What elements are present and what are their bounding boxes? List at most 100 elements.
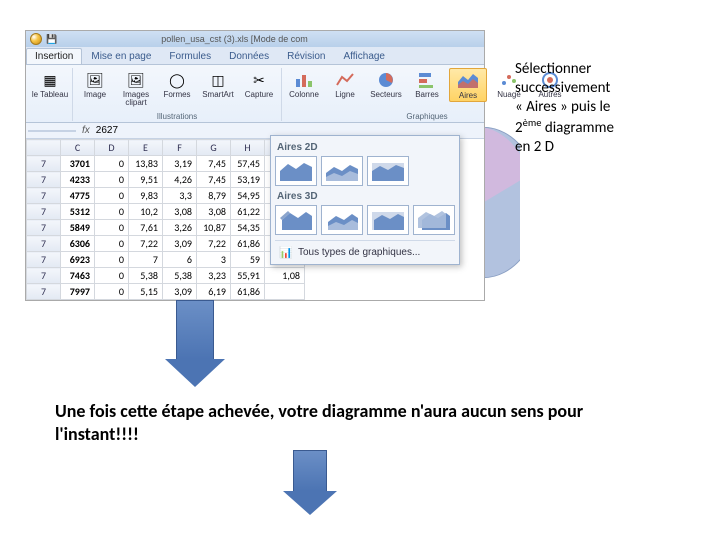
row-header[interactable]: 7 (27, 284, 61, 300)
area2d-option-2[interactable] (321, 156, 363, 186)
row-header[interactable]: 7 (27, 188, 61, 204)
image-button[interactable]: 🖼Image (76, 68, 114, 100)
area2d-option-3[interactable] (367, 156, 409, 186)
cell[interactable]: 4,26 (163, 172, 197, 188)
cell[interactable]: 4233 (61, 172, 95, 188)
office-orb[interactable] (30, 33, 42, 45)
cell[interactable]: 7,45 (197, 156, 231, 172)
cell[interactable]: 54,95 (231, 188, 265, 204)
cell[interactable]: 7,45 (197, 172, 231, 188)
cell[interactable]: 3,26 (163, 220, 197, 236)
cell[interactable]: 0 (95, 188, 129, 204)
tab-insertion[interactable]: Insertion (26, 48, 82, 64)
line-chart-button[interactable]: Ligne (326, 68, 364, 100)
cell[interactable]: 7463 (61, 268, 95, 284)
capture-button[interactable]: ✂Capture (240, 68, 278, 100)
area3d-option-4[interactable] (413, 205, 455, 235)
cell[interactable]: 0 (95, 156, 129, 172)
cell[interactable]: 6,19 (197, 284, 231, 300)
cell[interactable]: 3,09 (163, 236, 197, 252)
smartart-button[interactable]: ◫SmartArt (199, 68, 237, 100)
area-chart-button[interactable]: Aires (449, 68, 487, 102)
cell[interactable]: 5,15 (129, 284, 163, 300)
tab-mise-en-page[interactable]: Mise en page (82, 48, 160, 64)
cell[interactable]: 13,83 (129, 156, 163, 172)
area2d-option-1[interactable] (275, 156, 317, 186)
row-header[interactable]: 7 (27, 236, 61, 252)
col-header[interactable]: H (231, 140, 265, 156)
col-header[interactable]: D (95, 140, 129, 156)
cell[interactable]: 5849 (61, 220, 95, 236)
pie-chart-button[interactable]: Secteurs (367, 68, 405, 100)
cell[interactable]: 53,19 (231, 172, 265, 188)
cell[interactable]: 5,38 (163, 268, 197, 284)
tab-formules[interactable]: Formules (160, 48, 220, 64)
cell[interactable]: 6923 (61, 252, 95, 268)
cell[interactable]: 57,45 (231, 156, 265, 172)
cell[interactable]: 61,86 (231, 284, 265, 300)
clipart-button[interactable]: 🖼Images clipart (117, 68, 155, 108)
row-header[interactable]: 7 (27, 220, 61, 236)
cell[interactable]: 5,38 (129, 268, 163, 284)
cell[interactable]: 5312 (61, 204, 95, 220)
row-header[interactable]: 7 (27, 252, 61, 268)
shapes-button[interactable]: ◯Formes (158, 68, 196, 100)
cell[interactable]: 0 (95, 252, 129, 268)
cell[interactable]: 0 (95, 236, 129, 252)
cell[interactable]: 59 (231, 252, 265, 268)
table-button[interactable]: ▦ le Tableau (31, 68, 69, 100)
cell[interactable] (265, 284, 305, 300)
cell[interactable]: 3,08 (163, 204, 197, 220)
tab-revision[interactable]: Révision (278, 48, 334, 64)
cell[interactable]: 61,86 (231, 236, 265, 252)
cell[interactable]: 6 (163, 252, 197, 268)
tab-donnees[interactable]: Données (220, 48, 278, 64)
name-box[interactable] (28, 130, 76, 132)
col-header[interactable]: G (197, 140, 231, 156)
cell[interactable]: 0 (95, 284, 129, 300)
cell[interactable]: 0 (95, 172, 129, 188)
area3d-option-2[interactable] (321, 205, 363, 235)
cell[interactable]: 3 (197, 252, 231, 268)
cell[interactable]: 3,09 (163, 284, 197, 300)
area3d-option-1[interactable] (275, 205, 317, 235)
cell[interactable]: 54,35 (231, 220, 265, 236)
cell[interactable]: 10,87 (197, 220, 231, 236)
cell[interactable]: 3,3 (163, 188, 197, 204)
cell[interactable]: 61,22 (231, 204, 265, 220)
cell[interactable]: 3,19 (163, 156, 197, 172)
formula-value[interactable]: 2627 (96, 125, 118, 136)
cell[interactable]: 55,91 (231, 268, 265, 284)
bar-chart-button[interactable]: Barres (408, 68, 446, 100)
cell[interactable]: 0 (95, 220, 129, 236)
cell[interactable]: 10,2 (129, 204, 163, 220)
cell[interactable]: 7997 (61, 284, 95, 300)
cell[interactable]: 8,79 (197, 188, 231, 204)
col-header[interactable]: F (163, 140, 197, 156)
cell[interactable]: 6306 (61, 236, 95, 252)
cell[interactable]: 0 (95, 268, 129, 284)
row-header[interactable]: 7 (27, 268, 61, 284)
all-chart-types-link[interactable]: 📊 Tous types de graphiques... (275, 240, 455, 260)
column-chart-button[interactable]: Colonne (285, 68, 323, 100)
cell[interactable]: 7,22 (197, 236, 231, 252)
qat-save-icon[interactable]: 💾 (46, 34, 57, 45)
cell[interactable]: 7,61 (129, 220, 163, 236)
fx-icon[interactable]: fx (82, 125, 90, 136)
row-header[interactable]: 7 (27, 172, 61, 188)
cell[interactable]: 0 (95, 204, 129, 220)
cell[interactable]: 1,08 (265, 268, 305, 284)
tab-affichage[interactable]: Affichage (334, 48, 394, 64)
cell[interactable]: 3,23 (197, 268, 231, 284)
col-header[interactable]: C (61, 140, 95, 156)
cell[interactable]: 9,83 (129, 188, 163, 204)
cell[interactable]: 3701 (61, 156, 95, 172)
area3d-option-3[interactable] (367, 205, 409, 235)
cell[interactable]: 9,51 (129, 172, 163, 188)
cell[interactable]: 7,22 (129, 236, 163, 252)
row-header[interactable]: 7 (27, 204, 61, 220)
row-header[interactable]: 7 (27, 156, 61, 172)
cell[interactable]: 4775 (61, 188, 95, 204)
col-header[interactable]: E (129, 140, 163, 156)
cell[interactable]: 3,08 (197, 204, 231, 220)
